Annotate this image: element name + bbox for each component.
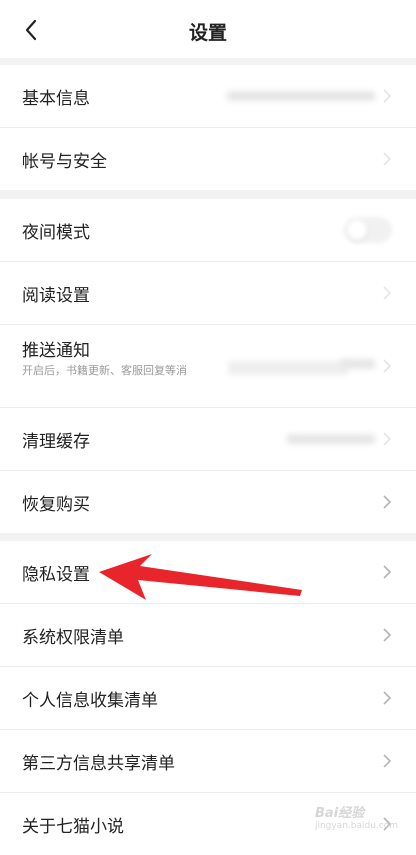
row-personal-info-list[interactable]: 个人信息收集清单: [0, 667, 416, 730]
chevron-right-icon: [383, 495, 392, 509]
row-system-permissions[interactable]: 系统权限清单: [0, 604, 416, 667]
row-label: 帐号与安全: [22, 152, 107, 172]
basic-info-value: [226, 91, 376, 101]
subtitle-blur: [228, 361, 348, 375]
watermark-url: jingyan.baidu.com: [314, 821, 398, 831]
chevron-right-icon: [383, 628, 392, 642]
chevron-right-icon: [383, 432, 392, 446]
chevron-right-icon: [383, 691, 392, 705]
chevron-right-icon: [383, 754, 392, 768]
push-status-value: [340, 359, 376, 369]
row-label: 关于七猫小说: [22, 817, 124, 837]
row-reading-settings[interactable]: 阅读设置: [0, 262, 416, 325]
baidu-watermark: Bai经验 jingyan.baidu.com: [315, 802, 398, 831]
header-bar: 设置: [0, 0, 416, 58]
settings-group-app: 夜间模式 阅读设置 推送通知 开启后，书籍更新、客服回复等消 清理缓存 恢复购买: [0, 199, 416, 533]
chevron-right-icon: [383, 152, 392, 166]
page-title: 设置: [188, 22, 227, 44]
row-privacy-settings[interactable]: 隐私设置: [0, 541, 416, 604]
row-label: 阅读设置: [22, 286, 90, 306]
row-label: 个人信息收集清单: [22, 691, 158, 711]
row-basic-info[interactable]: 基本信息: [0, 65, 416, 128]
row-third-party-sharing[interactable]: 第三方信息共享清单: [0, 730, 416, 793]
row-label: 隐私设置: [22, 565, 90, 585]
row-label: 推送通知: [22, 341, 90, 361]
settings-group-account: 基本信息 帐号与安全: [0, 65, 416, 190]
row-label: 系统权限清单: [22, 628, 124, 648]
row-label: 基本信息: [22, 89, 90, 109]
night-mode-toggle[interactable]: [344, 217, 392, 243]
row-clear-cache[interactable]: 清理缓存: [0, 408, 416, 471]
chevron-right-icon: [383, 359, 392, 373]
chevron-right-icon: [383, 565, 392, 579]
cache-size-value: [286, 434, 376, 444]
row-restore-purchase[interactable]: 恢复购买: [0, 471, 416, 533]
row-subtitle: 开启后，书籍更新、客服回复等消: [22, 364, 187, 377]
chevron-right-icon: [383, 286, 392, 300]
row-label: 恢复购买: [22, 495, 90, 515]
row-night-mode: 夜间模式: [0, 199, 416, 262]
watermark-text: Bai经验: [314, 806, 365, 821]
row-account-security[interactable]: 帐号与安全: [0, 128, 416, 190]
chevron-right-icon: [383, 89, 392, 103]
row-label: 清理缓存: [22, 432, 90, 452]
row-push-notifications[interactable]: 推送通知 开启后，书籍更新、客服回复等消: [0, 325, 416, 408]
row-label: 第三方信息共享清单: [22, 754, 175, 774]
row-label: 夜间模式: [22, 223, 90, 243]
